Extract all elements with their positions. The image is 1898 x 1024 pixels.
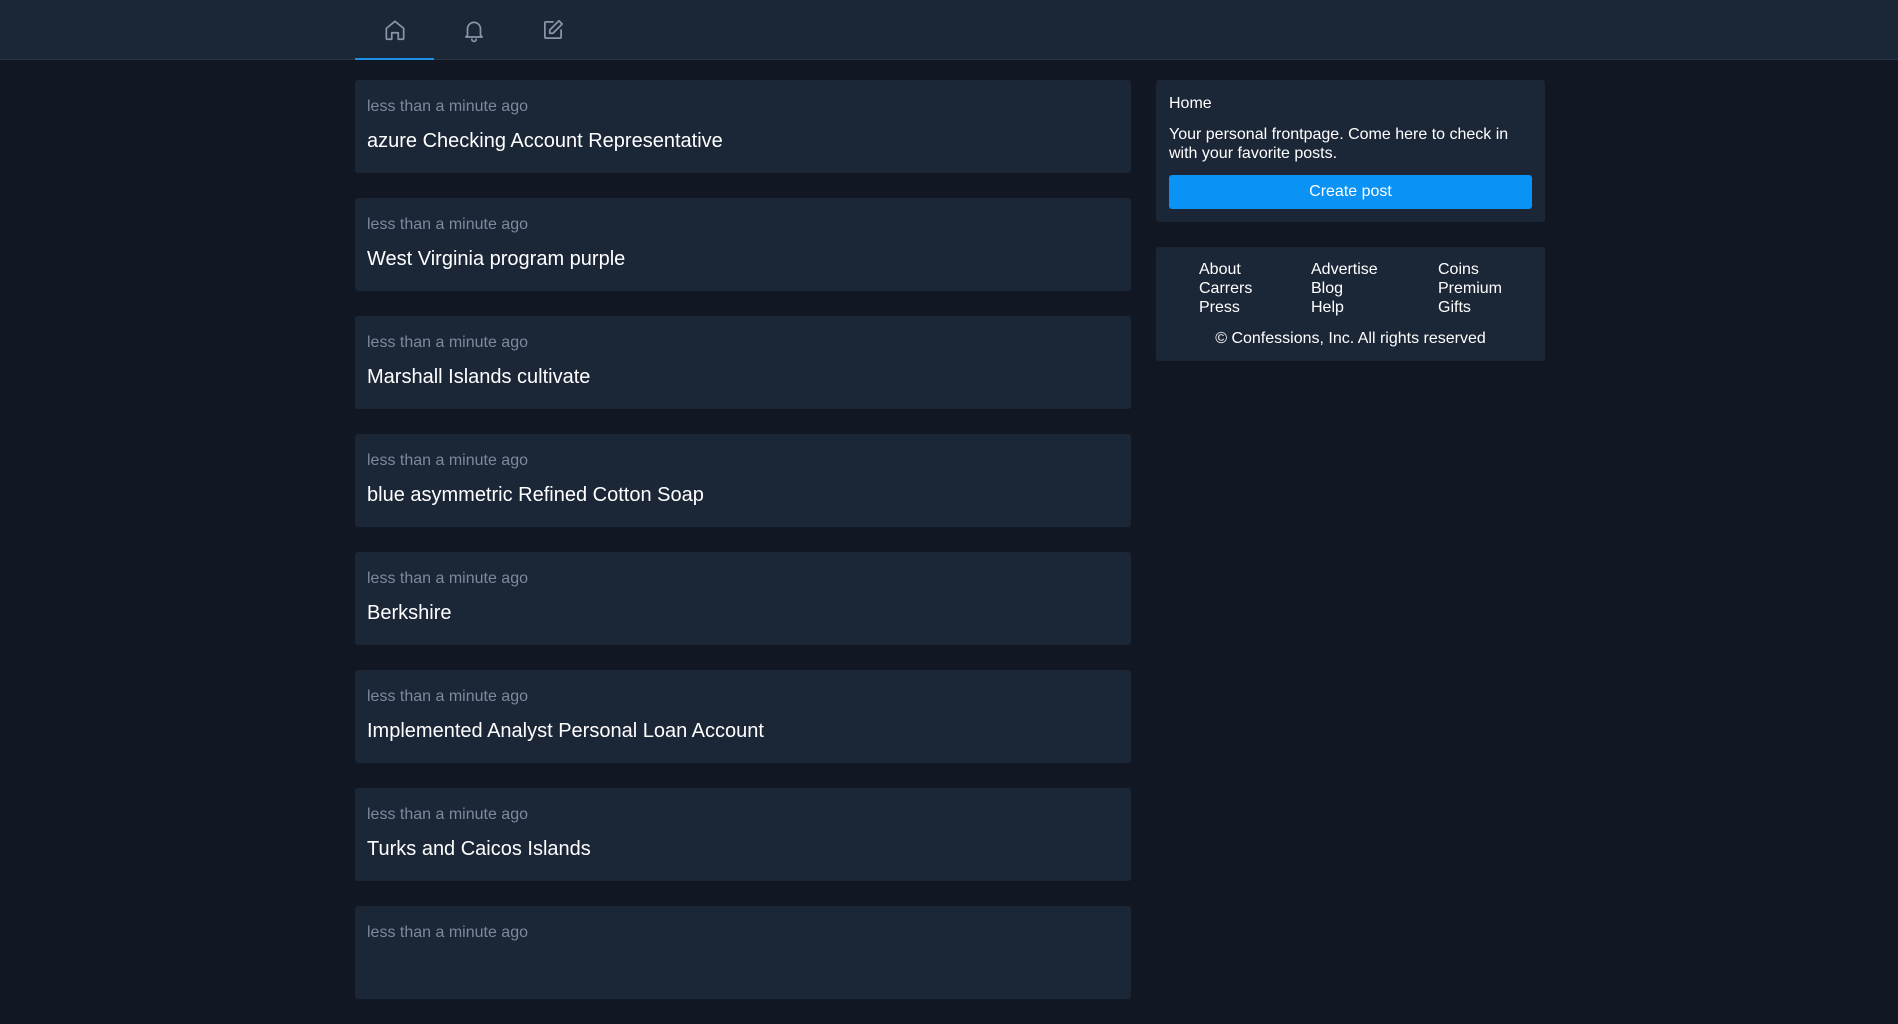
edit-icon	[543, 19, 563, 39]
post-card[interactable]: less than a minute ago West Virginia pro…	[355, 198, 1131, 291]
footer-link-help[interactable]: Help	[1311, 298, 1438, 317]
footer-link-press[interactable]: Press	[1199, 298, 1311, 317]
post-card[interactable]: less than a minute ago Implemented Analy…	[355, 670, 1131, 763]
post-title[interactable]: Marshall Islands cultivate	[367, 365, 1119, 389]
post-timestamp: less than a minute ago	[367, 216, 528, 233]
post-timestamp: less than a minute ago	[367, 98, 528, 115]
home-title: Home	[1169, 95, 1212, 112]
tab-home[interactable]	[355, 0, 434, 60]
post-title[interactable]: Turks and Caicos Islands	[367, 837, 1119, 861]
footer-link-carrers[interactable]: Carrers	[1199, 279, 1311, 298]
post-timestamp: less than a minute ago	[367, 688, 528, 705]
post-timestamp: less than a minute ago	[367, 334, 528, 351]
post-feed: less than a minute ago azure Checking Ac…	[355, 80, 1131, 1024]
post-card[interactable]: less than a minute ago	[355, 906, 1131, 999]
tab-create[interactable]	[513, 0, 592, 60]
post-card[interactable]: less than a minute ago Turks and Caicos …	[355, 788, 1131, 881]
post-card[interactable]: less than a minute ago azure Checking Ac…	[355, 80, 1131, 173]
footer-card: About Advertise Coins Carrers Blog Premi…	[1156, 247, 1545, 361]
post-title[interactable]: Berkshire	[367, 601, 1119, 625]
footer-link-about[interactable]: About	[1199, 260, 1311, 279]
post-card[interactable]: less than a minute ago Berkshire	[355, 552, 1131, 645]
sidebar: Home Your personal frontpage. Come here …	[1156, 80, 1545, 386]
footer-link-advertise[interactable]: Advertise	[1311, 260, 1438, 279]
home-icon	[384, 20, 405, 41]
footer-link-blog[interactable]: Blog	[1311, 279, 1438, 298]
footer-link-gifts[interactable]: Gifts	[1438, 298, 1518, 317]
bell-icon	[464, 21, 483, 43]
post-timestamp: less than a minute ago	[367, 806, 528, 823]
home-description: Your personal frontpage. Come here to ch…	[1169, 126, 1509, 162]
post-title[interactable]: West Virginia program purple	[367, 247, 1119, 271]
top-navbar	[0, 0, 1898, 60]
post-card[interactable]: less than a minute ago blue asymmetric R…	[355, 434, 1131, 527]
footer-link-premium[interactable]: Premium	[1438, 279, 1518, 298]
copyright: © Confessions, Inc. All rights reserved	[1215, 330, 1486, 347]
nav-tabs	[355, 0, 592, 60]
home-card: Home Your personal frontpage. Come here …	[1156, 80, 1545, 222]
footer-links: About Advertise Coins Carrers Blog Premi…	[1199, 260, 1532, 317]
post-card[interactable]: less than a minute ago Marshall Islands …	[355, 316, 1131, 409]
post-title[interactable]: Implemented Analyst Personal Loan Accoun…	[367, 719, 1119, 743]
post-title[interactable]: azure Checking Account Representative	[367, 129, 1119, 153]
post-timestamp: less than a minute ago	[367, 452, 528, 469]
post-title[interactable]: blue asymmetric Refined Cotton Soap	[367, 483, 1119, 507]
post-timestamp: less than a minute ago	[367, 924, 528, 941]
create-post-button[interactable]: Create post	[1169, 175, 1532, 209]
footer-link-coins[interactable]: Coins	[1438, 260, 1518, 279]
tab-notifications[interactable]	[434, 0, 513, 60]
post-timestamp: less than a minute ago	[367, 570, 528, 587]
